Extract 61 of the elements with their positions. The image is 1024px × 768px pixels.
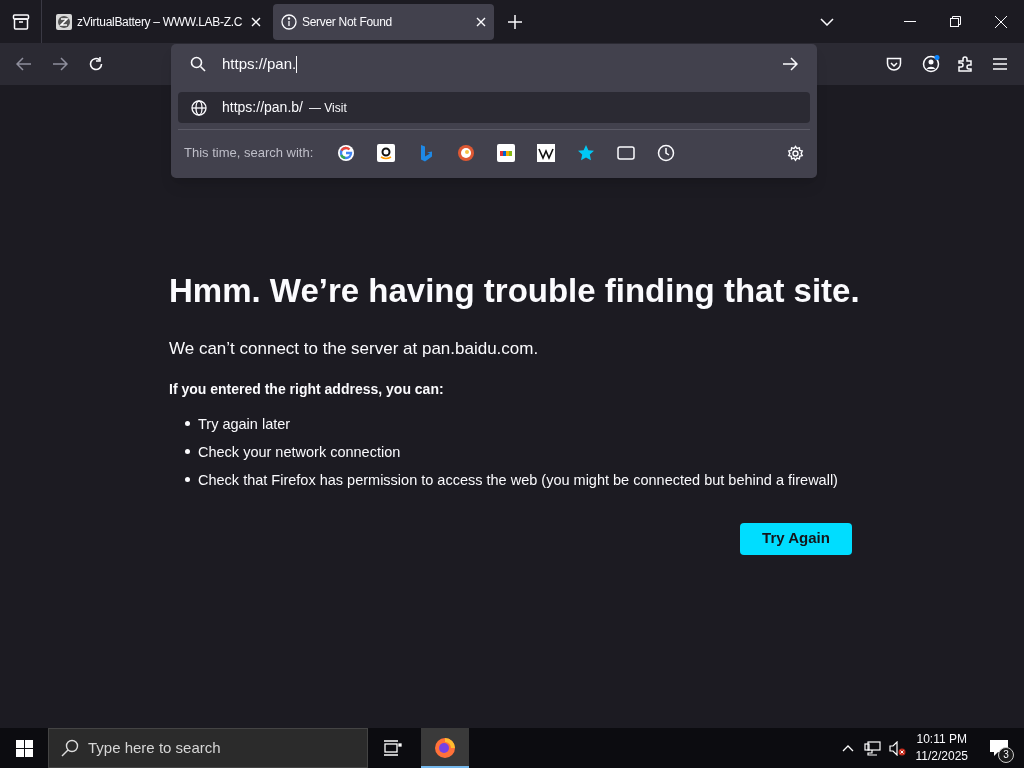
pocket-icon[interactable] [886, 56, 902, 72]
globe-icon [191, 99, 207, 116]
tray-chevron-icon[interactable] [841, 744, 854, 752]
tab-overview-icon[interactable] [11, 13, 30, 30]
notification-button[interactable]: 3 [982, 733, 1016, 763]
history-icon[interactable] [657, 144, 676, 162]
go-arrow-icon[interactable] [782, 57, 798, 71]
notification-count: 3 [998, 747, 1014, 763]
search-icon [190, 56, 206, 72]
clock-date[interactable]: 11/2/2025 [915, 748, 968, 765]
close-tab-icon[interactable] [476, 16, 486, 27]
close-tab-icon[interactable] [251, 16, 261, 27]
clock-time[interactable]: 10:11 PM [916, 731, 967, 748]
tab-title: Server Not Found [302, 13, 393, 31]
browser-tab[interactable]: zVirtualBattery – WWW.LAB-Z.C [48, 3, 269, 40]
task-view-icon[interactable] [384, 740, 402, 756]
error-message: We can’t connect to the server at pan.baidu.com. [169, 338, 540, 360]
info-icon [281, 13, 297, 30]
tip-text: Try again later [198, 414, 291, 434]
back-icon[interactable] [16, 57, 32, 71]
star-icon[interactable] [577, 144, 596, 162]
bullet-icon [185, 449, 190, 454]
search-icon [61, 739, 79, 757]
ebay-icon[interactable] [497, 144, 516, 162]
duck-icon[interactable] [457, 144, 476, 162]
settings-icon[interactable] [787, 144, 804, 162]
taskbar-search-field[interactable]: Type here to search [48, 728, 368, 768]
extensions-icon[interactable] [958, 56, 973, 72]
bullet-icon [185, 421, 190, 426]
tab-list-icon[interactable] [820, 17, 834, 26]
new-tab-icon[interactable] [508, 14, 522, 29]
close-icon[interactable] [995, 15, 1007, 28]
suggestion-row[interactable]: https://pan.b/ — Visit [178, 92, 810, 123]
tip-text: Check your network connection [198, 442, 401, 462]
firefox-icon [433, 735, 457, 759]
wikipedia-icon[interactable] [537, 144, 556, 162]
suggestion-url: https://pan.b/ [222, 98, 303, 117]
google-icon[interactable] [337, 144, 356, 162]
tab-title: zVirtualBattery – WWW.LAB-Z.C [77, 13, 244, 31]
reload-icon[interactable] [88, 56, 104, 72]
error-heading: Hmm. We’re having trouble finding that site. [169, 271, 859, 311]
network-icon[interactable] [863, 740, 881, 756]
tip-text: Check that Firefox has permission to access the web (you might be connected but behind a firewall) [198, 470, 838, 490]
site-logo-icon [56, 13, 72, 30]
suggestion-action: — Visit [308, 99, 347, 117]
volume-muted-icon[interactable] [888, 740, 906, 756]
minimize-icon[interactable] [904, 20, 916, 23]
search-placeholder: Type here to search [88, 737, 221, 758]
amazon-icon[interactable] [377, 144, 396, 162]
search-with-label: This time, search with: [184, 144, 314, 163]
forward-icon[interactable] [52, 57, 68, 71]
menu-icon[interactable] [993, 58, 1007, 70]
bullet-icon [185, 477, 190, 482]
windows-start-icon[interactable] [16, 739, 33, 757]
firefox-taskbar-button[interactable] [421, 728, 469, 768]
tips-heading: If you entered the right address, you can: [169, 379, 445, 399]
try-again-button[interactable]: Try Again [740, 522, 852, 555]
tab-icon[interactable] [617, 146, 636, 160]
restore-icon[interactable] [950, 16, 961, 27]
browser-tab[interactable]: Server Not Found [273, 3, 494, 40]
account-icon[interactable] [922, 55, 940, 73]
